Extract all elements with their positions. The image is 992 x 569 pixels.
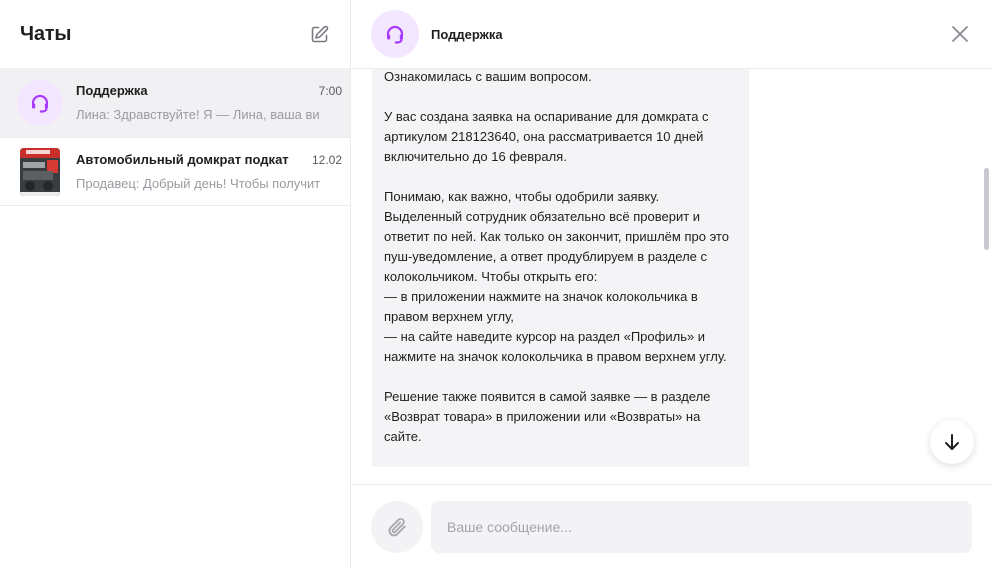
headset-icon (31, 94, 49, 113)
chat-item-header: Поддержка 7:00 (76, 83, 342, 98)
scroll-to-bottom-button[interactable] (930, 420, 974, 464)
conversation-header: Поддержка (351, 0, 992, 69)
headset-icon (386, 25, 404, 44)
arrow-down-icon (945, 434, 959, 450)
chat-item-support[interactable]: Поддержка 7:00 Лина: Здравствуйте! Я — Л… (0, 68, 350, 137)
new-chat-button[interactable] (308, 23, 330, 45)
chat-item-name: Автомобильный домкрат подкат (76, 152, 289, 167)
attach-button[interactable] (371, 501, 423, 553)
conversation-title: Поддержка (431, 26, 503, 42)
chat-item-body: Поддержка 7:00 Лина: Здравствуйте! Я — Л… (76, 83, 342, 122)
avatar (371, 10, 419, 58)
compose-icon (311, 25, 328, 42)
chat-item-preview: Лина: Здравствуйте! Я — Лина, ваша ви (76, 107, 320, 122)
message-list[interactable]: Ознакомилась с вашим вопросом. У вас соз… (351, 69, 992, 484)
close-button[interactable] (950, 24, 970, 44)
product-thumbnail (20, 147, 60, 196)
product-image-icon (20, 147, 60, 196)
chat-item-seller[interactable]: Автомобильный домкрат подкат 12.02 Прода… (0, 137, 350, 206)
chat-item-time: 12.02 (311, 153, 342, 167)
chat-window: Чаты Поддержка 7:00 Лина: Здравствуйте! … (0, 0, 992, 569)
message-input[interactable] (431, 501, 972, 553)
chat-item-preview: Продавец: Добрый день! Чтобы получит (76, 176, 321, 191)
conversation-panel: Поддержка Ознакомилась с вашим вопросом.… (351, 0, 992, 569)
message-composer (351, 484, 992, 569)
chat-item-body: Автомобильный домкрат подкат 12.02 Прода… (76, 152, 342, 191)
chat-item-header: Автомобильный домкрат подкат 12.02 (76, 152, 342, 167)
scrollbar-thumb[interactable] (984, 168, 989, 250)
chat-list-title: Чаты (20, 22, 72, 45)
chat-list-header: Чаты (0, 0, 350, 68)
message-bubble: Ознакомилась с вашим вопросом. У вас соз… (372, 69, 749, 467)
close-icon (952, 26, 968, 42)
chat-list-panel: Чаты Поддержка 7:00 Лина: Здравствуйте! … (0, 0, 351, 569)
avatar (17, 79, 63, 126)
chat-item-name: Поддержка (76, 83, 148, 98)
paperclip-icon (388, 517, 406, 537)
chat-item-time: 7:00 (318, 84, 342, 98)
